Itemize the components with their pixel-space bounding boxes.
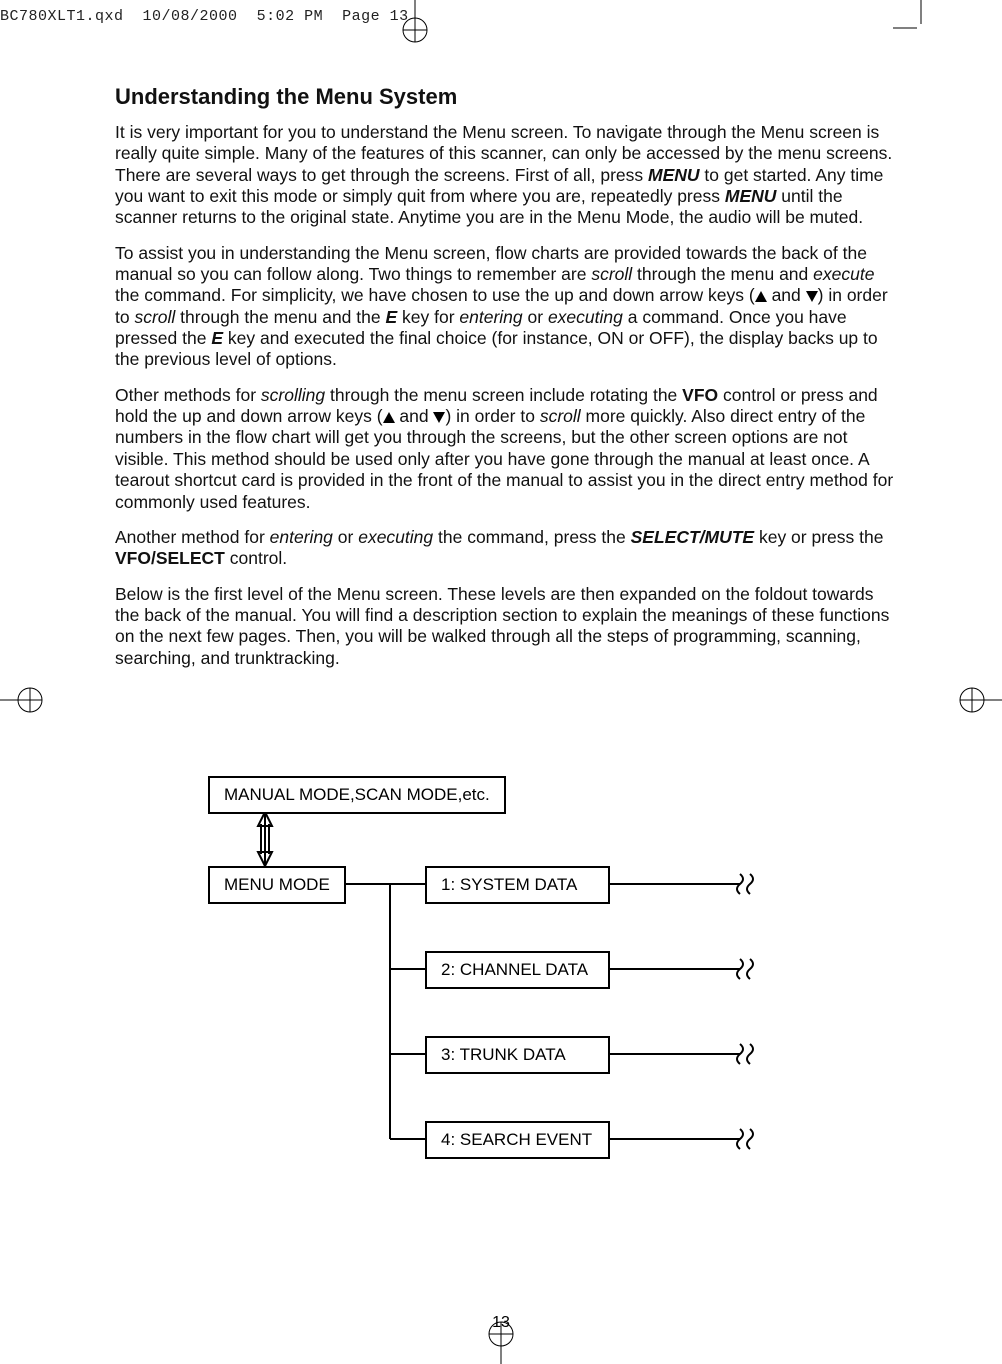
crop-mark-right — [954, 682, 1002, 718]
diagram-box-search-event: 4: SEARCH EVENT — [425, 1121, 610, 1159]
vfo-control: VFO — [682, 385, 718, 405]
select-mute-key: SELECT/MUTE — [631, 527, 754, 547]
e-key: E — [211, 328, 223, 348]
section-heading: Understanding the Menu System — [115, 84, 895, 110]
paragraph-3: Other methods for scrolling through the … — [115, 385, 895, 513]
page-number: 13 — [492, 1314, 510, 1332]
file-header: BC780XLT1.qxd 10/08/2000 5:02 PM Page 13 — [0, 8, 409, 25]
diagram-box-trunk-data: 3: TRUNK DATA — [425, 1036, 610, 1074]
menu-key: MENU — [648, 165, 700, 185]
paragraph-4: Another method for entering or executing… — [115, 527, 895, 570]
diagram-box-manual-mode: MANUAL MODE,SCAN MODE,etc. — [208, 776, 506, 814]
up-arrow-icon — [755, 291, 767, 302]
e-key: E — [385, 307, 397, 327]
crop-mark-top-center — [397, 0, 433, 48]
filename: BC780XLT1.qxd — [0, 8, 124, 25]
up-arrow-icon — [383, 412, 395, 423]
file-time: 5:02 PM — [257, 8, 324, 25]
crop-mark-top-right — [893, 0, 929, 36]
paragraph-2: To assist you in understanding the Menu … — [115, 243, 895, 371]
file-date: 10/08/2000 — [143, 8, 238, 25]
crop-mark-left — [0, 682, 48, 718]
diagram-box-menu-mode: MENU MODE — [208, 866, 346, 904]
paragraph-1: It is very important for you to understa… — [115, 122, 895, 229]
down-arrow-icon — [433, 412, 445, 423]
diagram-box-system-data: 1: SYSTEM DATA — [425, 866, 610, 904]
down-arrow-icon — [806, 291, 818, 302]
menu-key: MENU — [725, 186, 777, 206]
paragraph-5: Below is the first level of the Menu scr… — [115, 584, 895, 669]
vfo-select-control: VFO/SELECT — [115, 548, 225, 568]
page-content: Understanding the Menu System It is very… — [115, 84, 895, 683]
diagram-box-channel-data: 2: CHANNEL DATA — [425, 951, 610, 989]
